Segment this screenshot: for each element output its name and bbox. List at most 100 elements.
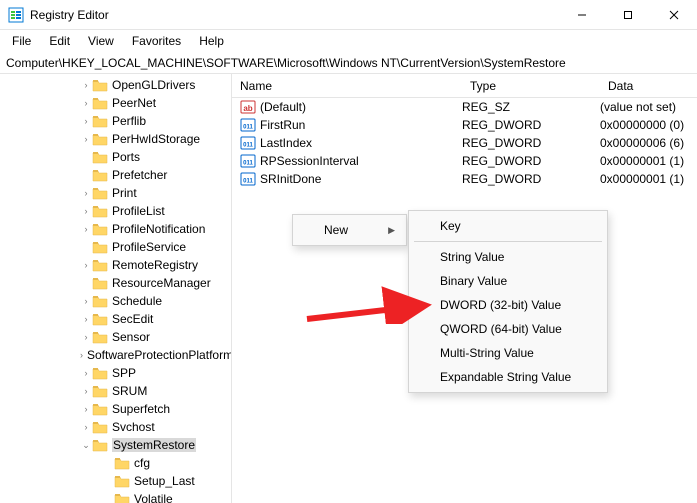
expander-icon[interactable]: ›: [80, 116, 92, 126]
maximize-button[interactable]: [605, 0, 651, 30]
folder-icon: [114, 493, 130, 503]
tree-item-superfetch[interactable]: ›Superfetch: [0, 400, 231, 418]
tree-item-cfg[interactable]: cfg: [0, 454, 231, 472]
tree-item-volatile[interactable]: Volatile: [0, 490, 231, 503]
menu-edit[interactable]: Edit: [41, 32, 78, 50]
tree-item-profilelist[interactable]: › ProfileList: [0, 202, 231, 220]
expander-icon[interactable]: ›: [80, 188, 92, 198]
list-row[interactable]: ab(Default)REG_SZ(value not set): [232, 98, 697, 116]
folder-icon: [92, 223, 108, 236]
close-button[interactable]: [651, 0, 697, 30]
tree-item-sensor[interactable]: › Sensor: [0, 328, 231, 346]
expander-icon[interactable]: ›: [80, 296, 92, 306]
submenu-item-binary-value[interactable]: Binary Value: [412, 269, 604, 293]
expander-icon[interactable]: ⌄: [80, 440, 92, 451]
tree-label: Print: [112, 186, 137, 200]
list-row[interactable]: 011RPSessionIntervalREG_DWORD0x00000001 …: [232, 152, 697, 170]
expander-icon[interactable]: ›: [80, 314, 92, 324]
string-value-icon: ab: [240, 99, 256, 115]
expander-icon[interactable]: ›: [80, 386, 92, 396]
menu-divider: [414, 241, 602, 242]
expander-icon[interactable]: ›: [80, 332, 92, 342]
menu-file[interactable]: File: [4, 32, 39, 50]
folder-icon: [92, 331, 108, 344]
tree-item-peernet[interactable]: ›PeerNet: [0, 94, 231, 112]
folder-icon: [92, 133, 108, 146]
address-bar[interactable]: Computer\HKEY_LOCAL_MACHINE\SOFTWARE\Mic…: [0, 52, 697, 74]
folder-icon: [92, 151, 108, 164]
chevron-right-icon: ▶: [388, 225, 395, 236]
submenu-item-key[interactable]: Key: [412, 214, 604, 238]
expander-icon[interactable]: ›: [80, 80, 92, 90]
menu-help[interactable]: Help: [191, 32, 232, 50]
value-type: REG_DWORD: [462, 154, 600, 168]
tree-item-ports[interactable]: Ports: [0, 148, 231, 166]
tree-item-resourcemanager[interactable]: ResourceManager: [0, 274, 231, 292]
folder-icon: [92, 313, 108, 326]
list-header: Name Type Data: [232, 74, 697, 98]
tree-item-remoteregistry[interactable]: › RemoteRegistry: [0, 256, 231, 274]
context-item-new[interactable]: New ▶: [296, 218, 403, 242]
tree-item-profilenotification[interactable]: ›ProfileNotification: [0, 220, 231, 238]
folder-icon: [92, 205, 108, 218]
tree-item-perflib[interactable]: ›Perflib: [0, 112, 231, 130]
list-row[interactable]: 011LastIndexREG_DWORD0x00000006 (6): [232, 134, 697, 152]
tree-item-prefetcher[interactable]: Prefetcher: [0, 166, 231, 184]
value-name: RPSessionInterval: [260, 154, 462, 168]
expander-icon[interactable]: ›: [80, 134, 92, 144]
tree-item-srum[interactable]: ›SRUM: [0, 382, 231, 400]
submenu-item-multi-string-value[interactable]: Multi-String Value: [412, 341, 604, 365]
col-name[interactable]: Name: [232, 79, 462, 93]
tree-item-softwareprotectionplatform[interactable]: ›SoftwareProtectionPlatform: [0, 346, 231, 364]
tree-item-schedule[interactable]: ›Schedule: [0, 292, 231, 310]
tree-label: SecEdit: [112, 312, 153, 326]
value-data: 0x00000006 (6): [600, 136, 697, 150]
list-row[interactable]: 011FirstRunREG_DWORD0x00000000 (0): [232, 116, 697, 134]
tree-label: ProfileList: [112, 204, 165, 218]
folder-icon: [92, 115, 108, 128]
expander-icon[interactable]: ›: [80, 404, 92, 414]
submenu-item-qword-64-bit-value[interactable]: QWORD (64-bit) Value: [412, 317, 604, 341]
tree-label: Sensor: [112, 330, 150, 344]
tree-item-setup_last[interactable]: Setup_Last: [0, 472, 231, 490]
tree-pane[interactable]: ›OpenGLDrivers›PeerNet›Perflib›PerHwIdSt…: [0, 74, 232, 503]
menu-favorites[interactable]: Favorites: [124, 32, 189, 50]
submenu-label: Expandable String Value: [440, 370, 571, 384]
submenu-label: Multi-String Value: [440, 346, 534, 360]
tree-label: ProfileService: [112, 240, 186, 254]
tree-item-secedit[interactable]: › SecEdit: [0, 310, 231, 328]
tree-item-svchost[interactable]: › Svchost: [0, 418, 231, 436]
titlebar: Registry Editor: [0, 0, 697, 30]
col-type[interactable]: Type: [462, 79, 600, 93]
expander-icon[interactable]: ›: [80, 368, 92, 378]
folder-icon: [114, 457, 130, 470]
list-pane[interactable]: Name Type Data ab(Default)REG_SZ(value n…: [232, 74, 697, 503]
tree-item-perhwidstorage[interactable]: ›PerHwIdStorage: [0, 130, 231, 148]
expander-icon[interactable]: ›: [80, 422, 92, 432]
tree-item-print[interactable]: › Print: [0, 184, 231, 202]
submenu-item-dword-32-bit-value[interactable]: DWORD (32-bit) Value: [412, 293, 604, 317]
minimize-button[interactable]: [559, 0, 605, 30]
tree-label: Svchost: [112, 420, 155, 434]
submenu-label: String Value: [440, 250, 504, 264]
submenu-item-string-value[interactable]: String Value: [412, 245, 604, 269]
tree-item-spp[interactable]: ›SPP: [0, 364, 231, 382]
tree-label: Setup_Last: [134, 474, 195, 488]
tree-item-profileservice[interactable]: ProfileService: [0, 238, 231, 256]
tree-label: RemoteRegistry: [112, 258, 198, 272]
submenu-item-expandable-string-value[interactable]: Expandable String Value: [412, 365, 604, 389]
expander-icon[interactable]: ›: [80, 206, 92, 216]
value-data: 0x00000001 (1): [600, 154, 697, 168]
col-data[interactable]: Data: [600, 79, 697, 93]
expander-icon[interactable]: ›: [80, 224, 92, 234]
folder-icon: [92, 439, 108, 452]
tree-item-opengldrivers[interactable]: ›OpenGLDrivers: [0, 76, 231, 94]
expander-icon[interactable]: ›: [80, 98, 92, 108]
menu-view[interactable]: View: [80, 32, 122, 50]
expander-icon[interactable]: ›: [80, 350, 83, 360]
context-menu: New ▶: [292, 214, 407, 246]
list-row[interactable]: 011SRInitDoneREG_DWORD0x00000001 (1): [232, 170, 697, 188]
expander-icon[interactable]: ›: [80, 260, 92, 270]
tree-item-systemrestore[interactable]: ⌄SystemRestore: [0, 436, 231, 454]
value-type: REG_DWORD: [462, 172, 600, 186]
